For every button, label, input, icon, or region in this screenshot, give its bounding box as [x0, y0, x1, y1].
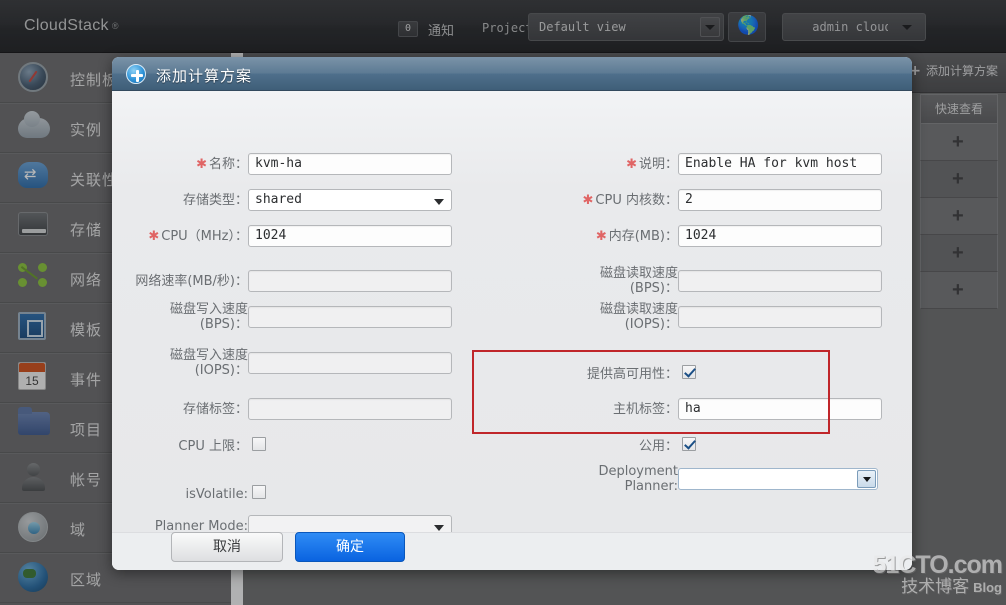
field-memory-mb: ✱ 内存(MB)： 1024 — [472, 225, 912, 255]
field-label: 提供高可用性： — [586, 367, 678, 382]
host-tags-input[interactable]: ha — [678, 398, 882, 420]
watermark-line1: 51CTO.com — [872, 551, 1003, 579]
field-label: ✱ 内存(MB)： — [595, 229, 678, 244]
name-input[interactable]: kvm-ha — [248, 153, 452, 175]
required-asterisk-icon: ✱ — [148, 229, 160, 244]
network-rate-input[interactable] — [248, 270, 452, 292]
field-label: 存储类型： — [182, 193, 248, 208]
memory-mb-input[interactable]: 1024 — [678, 225, 882, 247]
field-cpu-cores: ✱ CPU 内核数： 2 — [472, 189, 912, 219]
field-label: 磁盘写入速度 (IOPS)： — [169, 348, 248, 378]
offer-ha-checkbox[interactable] — [682, 365, 696, 379]
field-public: 公用： — [472, 437, 912, 467]
dialog-title: 添加计算方案 — [156, 67, 253, 85]
disk-read-bps-input[interactable] — [678, 270, 882, 292]
storage-tags-input[interactable] — [248, 398, 452, 420]
field-is-volatile: isVolatile: — [112, 485, 472, 515]
disk-write-iops-input[interactable] — [248, 352, 452, 374]
field-label: 公用： — [638, 439, 678, 454]
cancel-button[interactable]: 取消 — [171, 532, 283, 562]
field-storage-type: 存储类型： shared — [112, 189, 472, 219]
deployment-planner-select[interactable] — [678, 468, 878, 490]
watermark: 51CTO.com 技术博客 Blog — [872, 551, 1003, 597]
field-label: ✱ 名称： — [196, 157, 248, 172]
field-cpu-cap: CPU 上限： — [112, 437, 472, 467]
field-label: ✱ 说明： — [626, 157, 678, 172]
field-disk-read-bps: 磁盘读取速度 (BPS)： — [472, 266, 912, 300]
field-label: 存储标签： — [182, 402, 248, 417]
chevron-down-icon — [434, 199, 444, 205]
field-description: ✱ 说明： Enable HA for kvm host — [472, 153, 912, 183]
field-label: ✱ CPU（MHz）： — [148, 229, 248, 244]
required-asterisk-icon: ✱ — [595, 229, 607, 244]
dialog-body: ✱ 名称： kvm-ha 存储类型： shared ✱ CPU（MHz）： 1024… — [112, 91, 912, 537]
field-label: isVolatile: — [185, 487, 249, 502]
cloudstack-app: CloudStack ® 0 通知 Project: Default view 🌎… — [0, 0, 1006, 605]
chevron-down-icon[interactable] — [857, 470, 876, 488]
plus-circle-icon — [126, 64, 146, 84]
field-label: CPU 上限： — [178, 439, 248, 454]
cpu-cap-checkbox[interactable] — [252, 437, 266, 451]
field-disk-read-iops: 磁盘读取速度 (IOPS)： — [472, 302, 912, 336]
ok-button[interactable]: 确定 — [295, 532, 405, 562]
cpu-mhz-input[interactable]: 1024 — [248, 225, 452, 247]
required-asterisk-icon: ✱ — [626, 157, 637, 172]
chevron-down-icon — [434, 525, 444, 531]
field-label: ✱ CPU 内核数： — [582, 193, 678, 208]
cpu-cores-input[interactable]: 2 — [678, 189, 882, 211]
field-label: 磁盘读取速度 (IOPS)： — [599, 302, 678, 332]
public-checkbox[interactable] — [682, 437, 696, 451]
required-asterisk-icon: ✱ — [196, 157, 207, 172]
storage-type-select[interactable]: shared — [248, 189, 452, 211]
field-disk-write-bps: 磁盘写入速度 (BPS)： — [112, 302, 472, 336]
disk-read-iops-input[interactable] — [678, 306, 882, 328]
field-storage-tags: 存储标签： — [112, 398, 472, 428]
disk-write-bps-input[interactable] — [248, 306, 452, 328]
add-compute-offering-dialog: 添加计算方案 ✱ 名称： kvm-ha 存储类型： shared ✱ CPU（MHz… — [112, 57, 912, 570]
description-input[interactable]: Enable HA for kvm host — [678, 153, 882, 175]
field-host-tags: 主机标签： ha — [472, 398, 912, 428]
field-label: 主机标签： — [612, 402, 678, 417]
required-asterisk-icon: ✱ — [582, 193, 594, 208]
field-label: 磁盘读取速度 (BPS)： — [599, 266, 678, 296]
field-label: 磁盘写入速度 (BPS)： — [169, 302, 248, 332]
field-offer-ha: 提供高可用性： — [472, 365, 912, 395]
field-disk-write-iops: 磁盘写入速度 (IOPS)： — [112, 348, 472, 382]
field-network-rate: 网络速率(MB/秒)： — [112, 270, 472, 300]
storage-type-value: shared — [255, 192, 302, 207]
field-cpu-mhz: ✱ CPU（MHz）： 1024 — [112, 225, 472, 255]
field-label: 网络速率(MB/秒)： — [135, 274, 248, 289]
field-deployment-planner: Deployment Planner: — [472, 464, 912, 498]
field-name: ✱ 名称： kvm-ha — [112, 153, 472, 183]
dialog-header: 添加计算方案 — [112, 57, 912, 91]
watermark-line2: 技术博客 Blog — [901, 577, 1002, 597]
field-label: Deployment Planner: — [598, 464, 678, 494]
is-volatile-checkbox[interactable] — [252, 485, 266, 499]
